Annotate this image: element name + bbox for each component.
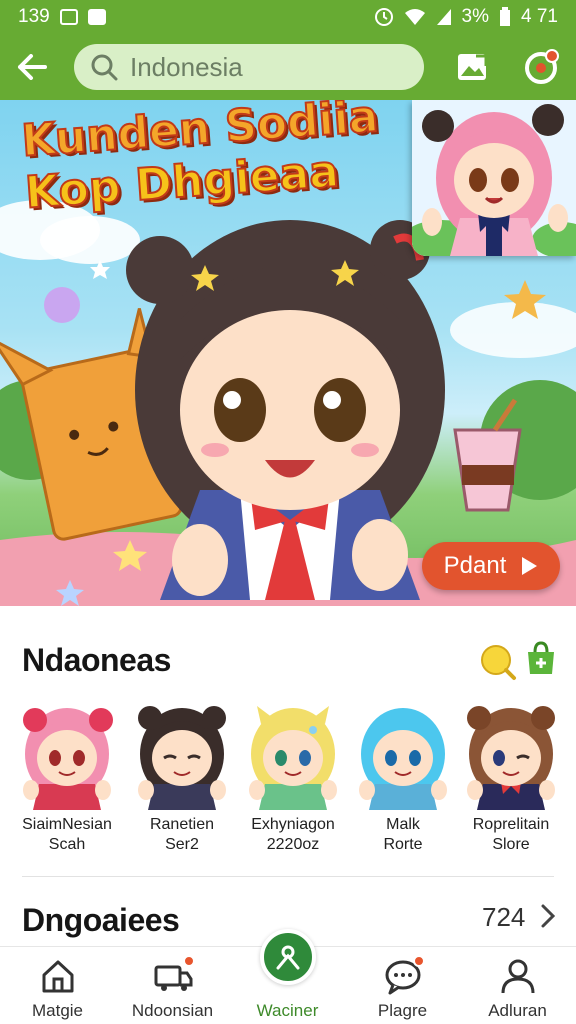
nav-item-chat[interactable]: Plagre	[345, 947, 460, 1024]
character-subtitle: Rorte	[383, 836, 423, 853]
hero-banner[interactable]: Kunden Sodiia Kop Dhgieaa Pdant	[0, 100, 576, 606]
signal-icon	[436, 8, 452, 26]
section-characters-title: Ndaoneas	[22, 642, 171, 678]
nav-label: Ndoonsian	[131, 1001, 214, 1020]
featured-character-card[interactable]	[412, 100, 576, 256]
play-button[interactable]: Pdant	[422, 542, 560, 590]
play-button-label: Pdant	[443, 552, 507, 579]
notification-app-icon	[59, 9, 78, 25]
nav-label: Matgie	[31, 1001, 84, 1020]
nav-label: Plagre	[377, 1001, 428, 1020]
nav-item-delivery[interactable]: Ndoonsian	[115, 947, 230, 1024]
character-avatar	[23, 708, 113, 810]
notifications-button[interactable]	[518, 45, 564, 89]
nav-badge-dot	[412, 955, 425, 967]
nav-label: Waciner	[256, 1001, 319, 1020]
battery-percent: 3%	[461, 6, 490, 27]
section-categories-count: 724	[482, 902, 526, 932]
chevron-right-icon	[541, 904, 556, 928]
nav-item-center[interactable]: Waciner	[230, 929, 345, 1024]
magnifier-icon	[481, 645, 516, 680]
shopping-bag-icon	[528, 641, 554, 674]
battery-icon	[499, 7, 511, 27]
character-subtitle: 2220oz	[266, 836, 320, 853]
notification-ring-icon	[525, 49, 559, 84]
character-item[interactable]: Exhyniagon 2220oz	[238, 700, 348, 860]
character-item[interactable]: SiaimNesian Scah	[12, 700, 122, 860]
gallery-button[interactable]	[450, 47, 494, 87]
back-button[interactable]	[0, 34, 64, 100]
character-name: Malk	[386, 816, 420, 833]
character-item[interactable]: Ranetien Ser2	[127, 700, 237, 860]
status-time: 139	[18, 6, 50, 27]
character-subtitle: Scah	[48, 836, 86, 853]
character-name: Ranetien	[149, 816, 215, 833]
character-subtitle: Slore	[492, 836, 530, 853]
search-icon	[91, 54, 118, 81]
back-arrow-icon	[18, 54, 47, 80]
section-search-button[interactable]	[478, 642, 518, 682]
section-characters-header: Ndaoneas	[0, 630, 576, 690]
character-list: SiaimNesian Scah Ranetien Ser2 Exhyniago…	[0, 700, 576, 860]
center-action-icon	[276, 945, 300, 970]
status-right-time: 4 71	[521, 6, 558, 27]
profile-icon	[501, 959, 534, 994]
nav-item-profile[interactable]: Adluran	[460, 947, 575, 1024]
character-avatar	[359, 708, 447, 810]
section-categories-title: Dngoaiees	[22, 902, 180, 938]
app-bar	[0, 34, 576, 100]
character-avatar	[249, 706, 337, 810]
nav-item-home[interactable]: Matgie	[0, 947, 115, 1024]
alarm-icon	[374, 7, 394, 27]
home-icon	[42, 960, 73, 993]
section-divider	[22, 876, 554, 877]
nav-badge-dot	[182, 955, 195, 967]
status-bar: 139 3% 4 71	[0, 0, 576, 34]
nav-label: Adluran	[488, 1001, 547, 1020]
search-input[interactable]	[130, 51, 400, 83]
character-avatar	[467, 706, 555, 810]
character-avatar	[138, 706, 226, 810]
character-item[interactable]: Malk Rorte	[348, 700, 458, 860]
search-bar[interactable]	[74, 44, 424, 90]
image-icon	[458, 54, 488, 80]
play-icon	[522, 557, 538, 575]
notification-square-icon	[87, 9, 106, 25]
character-name: SiaimNesian	[22, 816, 112, 833]
character-item[interactable]: Roprelitain Slore	[456, 700, 566, 860]
character-subtitle: Ser2	[165, 836, 199, 853]
featured-character-illustration	[412, 100, 576, 256]
center-action-button[interactable]	[260, 929, 316, 985]
character-name: Roprelitain	[472, 816, 550, 833]
wifi-icon	[404, 8, 426, 26]
section-bag-button[interactable]	[524, 640, 558, 676]
bottom-navigation: Matgie Ndoonsian Waciner Plagre Adluran	[0, 929, 576, 1024]
character-name: Exhyniagon	[251, 816, 335, 833]
